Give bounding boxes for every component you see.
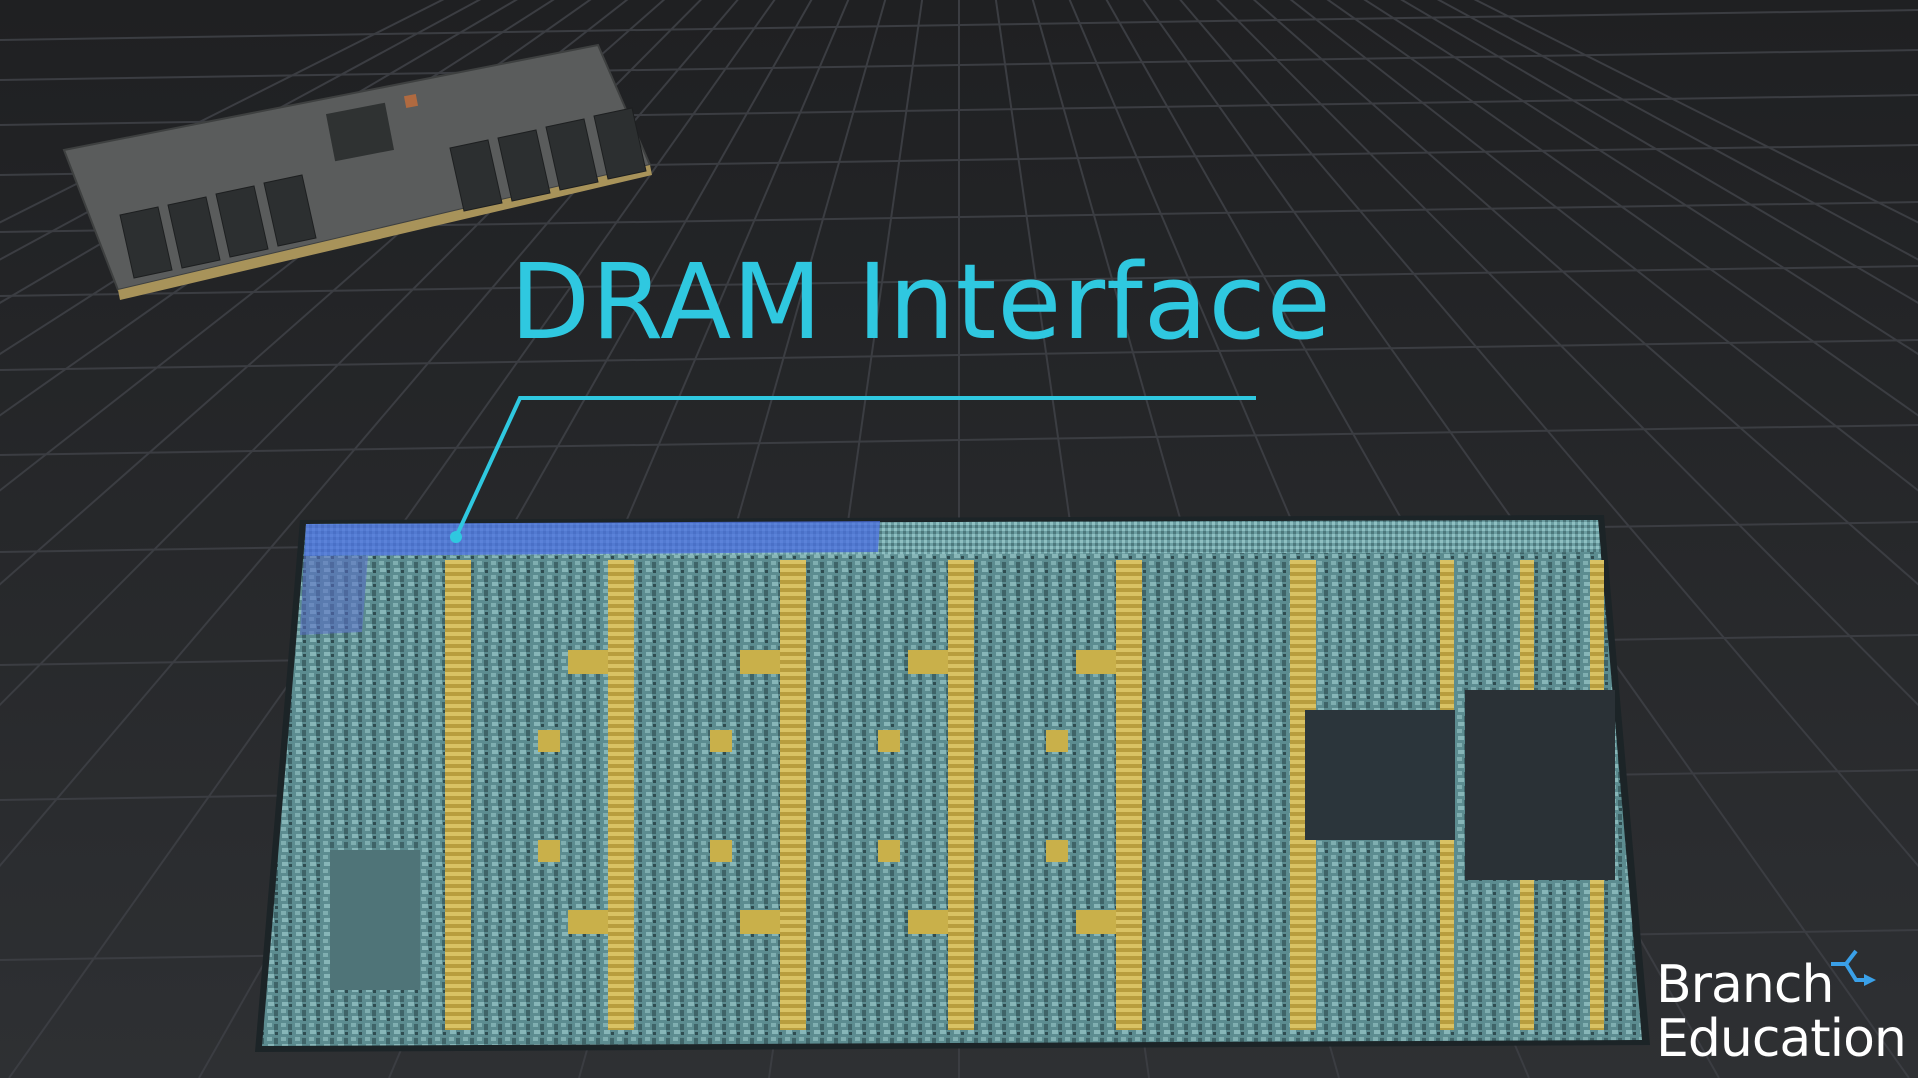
callout-line [454, 396, 1256, 538]
logo-branch-icon [1831, 949, 1876, 986]
branch-education-logo: Branch Education [1656, 949, 1907, 1069]
diagram-label-dram-interface: DRAM Interface [510, 241, 1332, 363]
logo-line-education: Education [1656, 1009, 1907, 1069]
